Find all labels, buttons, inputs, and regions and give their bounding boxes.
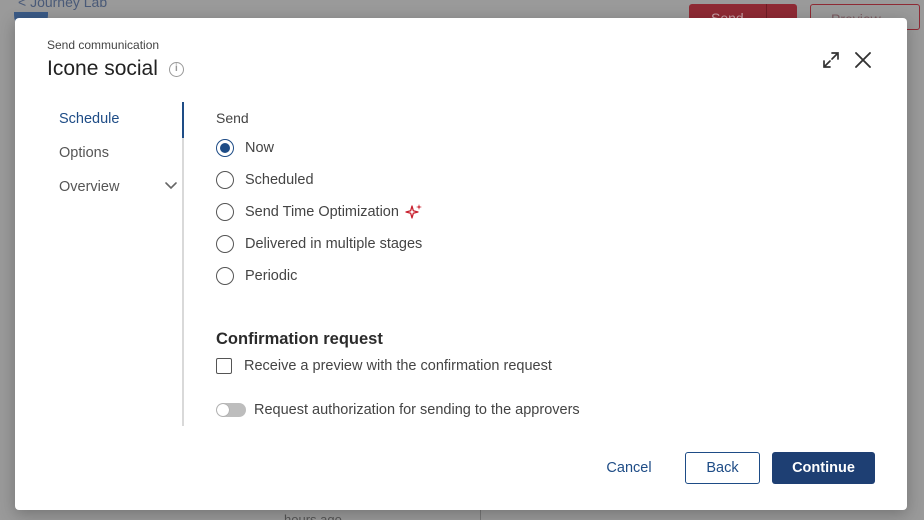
authorization-toggle-row[interactable]: Request authorization for sending to the… xyxy=(216,395,580,425)
radio-label: Scheduled xyxy=(245,172,314,188)
close-icon[interactable] xyxy=(853,50,873,70)
send-options: Now Scheduled Send Time Optimization Del… xyxy=(216,132,580,292)
dialog-title: Icone social xyxy=(47,57,158,80)
divider xyxy=(480,510,481,520)
nav-active-indicator xyxy=(182,102,184,138)
back-link: < Journey Lab xyxy=(18,0,108,10)
nav-item-options[interactable]: Options xyxy=(15,136,184,170)
radio-option-now[interactable]: Now xyxy=(216,132,580,164)
nav-divider xyxy=(182,102,184,426)
radio-option-periodic[interactable]: Periodic xyxy=(216,260,580,292)
continue-button[interactable]: Continue xyxy=(772,452,875,484)
timestamp-text: hours ago xyxy=(284,512,342,520)
dialog-subtitle: Send communication xyxy=(47,38,160,52)
radio-option-multiple-stages[interactable]: Delivered in multiple stages xyxy=(216,228,580,260)
nav-item-label: Options xyxy=(59,145,109,161)
sparkle-icon xyxy=(405,204,422,219)
checkbox-label: Receive a preview with the confirmation … xyxy=(244,358,552,374)
back-button[interactable]: Back xyxy=(685,452,760,484)
nav-item-label: Schedule xyxy=(59,111,120,127)
radio-button[interactable] xyxy=(216,203,234,221)
radio-button[interactable] xyxy=(216,139,234,157)
radio-button[interactable] xyxy=(216,171,234,189)
preview-checkbox[interactable] xyxy=(216,358,232,374)
nav-item-overview[interactable]: Overview xyxy=(15,170,184,204)
radio-label: Periodic xyxy=(245,268,298,284)
authorization-toggle[interactable] xyxy=(216,403,246,417)
radio-option-send-time-optimization[interactable]: Send Time Optimization xyxy=(216,196,580,228)
radio-label: Send Time Optimization xyxy=(245,204,399,220)
radio-label: Delivered in multiple stages xyxy=(245,236,423,252)
nav-item-schedule[interactable]: Schedule xyxy=(15,102,184,136)
radio-button[interactable] xyxy=(216,235,234,253)
nav-item-label: Overview xyxy=(59,179,120,195)
send-label: Send xyxy=(216,110,249,126)
wizard-nav: Schedule Options Overview xyxy=(15,102,184,204)
expand-icon[interactable] xyxy=(821,50,841,70)
title-row: Icone social i xyxy=(47,57,184,81)
radio-option-scheduled[interactable]: Scheduled xyxy=(216,164,580,196)
info-icon[interactable]: i xyxy=(168,61,184,77)
toggle-label: Request authorization for sending to the… xyxy=(254,402,580,418)
confirmation-heading: Confirmation request xyxy=(216,330,383,348)
send-communication-dialog: Send communication Icone social i Schedu… xyxy=(15,18,907,510)
preview-checkbox-row[interactable]: Receive a preview with the confirmation … xyxy=(216,351,580,381)
radio-label: Now xyxy=(245,140,275,156)
radio-button[interactable] xyxy=(216,267,234,285)
cancel-button[interactable]: Cancel xyxy=(595,452,663,484)
schedule-panel: Send Now Scheduled Send Time Optimizatio… xyxy=(216,102,580,425)
chevron-down-icon[interactable] xyxy=(164,180,178,190)
